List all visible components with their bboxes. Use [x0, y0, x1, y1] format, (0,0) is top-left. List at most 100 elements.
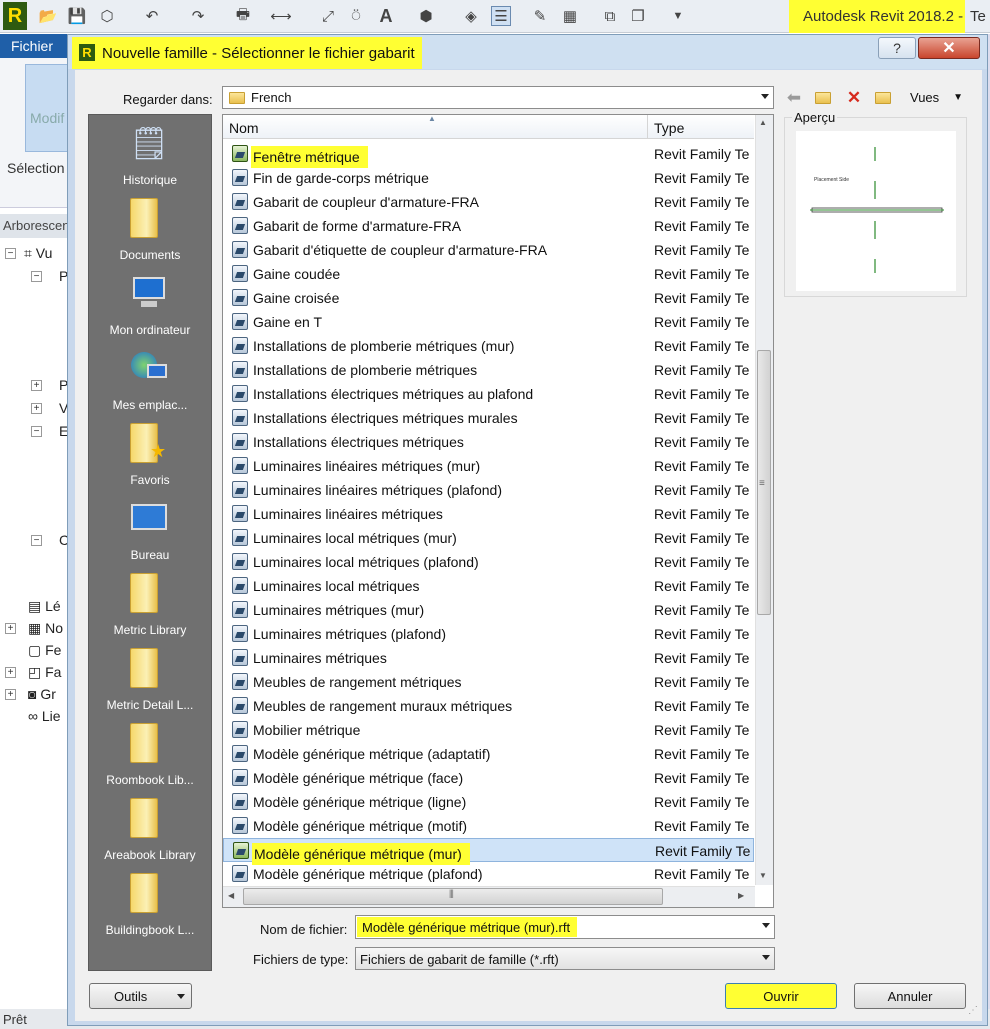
place-documents[interactable]: Documents	[88, 192, 212, 267]
sync-icon[interactable]: ⬡	[97, 6, 117, 26]
tree-item-sheets[interactable]: ▢ Fe	[28, 642, 61, 659]
expand-icon[interactable]: +	[5, 689, 16, 700]
file-row[interactable]: Mobilier métrique Revit Family Te	[223, 718, 754, 742]
file-row[interactable]: Installations de plomberie métriques Revi…	[223, 358, 754, 382]
place-desktop[interactable]: Bureau	[88, 492, 212, 567]
scroll-left-icon[interactable]: ◀	[228, 891, 234, 900]
tree-item-schedules[interactable]: ▦ No	[28, 620, 63, 637]
tools-button[interactable]: Outils	[89, 983, 192, 1009]
file-row[interactable]: Modèle générique métrique (face) Revit Fa…	[223, 766, 754, 790]
file-row[interactable]: Luminaires local métriques (mur) Revit Fa…	[223, 526, 754, 550]
delete-icon[interactable]: ✕	[843, 88, 865, 108]
cancel-button[interactable]: Annuler	[854, 983, 966, 1009]
scroll-down-icon[interactable]: ▼	[759, 871, 767, 880]
3d-view-icon[interactable]: ⬢	[416, 6, 436, 26]
scroll-right-icon[interactable]: ▶	[738, 891, 744, 900]
back-icon[interactable]: ⬅	[783, 88, 805, 108]
file-row[interactable]: Luminaires linéaires métriques (mur) Revi…	[223, 454, 754, 478]
file-row[interactable]: Meubles de rangement muraux métriques Rev…	[223, 694, 754, 718]
dimension-icon[interactable]: ⤢	[318, 6, 338, 26]
place-network-places[interactable]: Mes emplac...	[88, 342, 212, 417]
collapse-icon[interactable]: −	[31, 535, 42, 546]
file-row[interactable]: Modèle générique métrique (adaptatif) Rev…	[223, 742, 754, 766]
filename-value[interactable]: Modèle générique métrique (mur).rft	[357, 917, 578, 937]
file-row[interactable]: Luminaires local métriques Revit Family T…	[223, 574, 754, 598]
file-row[interactable]: Modèle générique métrique (mur) Revit Fam…	[223, 838, 754, 865]
edit-icon[interactable]: ✎	[530, 6, 550, 26]
file-row[interactable]: Luminaires local métriques (plafond) Revi…	[223, 550, 754, 574]
file-row[interactable]: Luminaires métriques (plafond) Revit Fami…	[223, 622, 754, 646]
open-icon[interactable]: 📂	[38, 6, 58, 26]
open-button[interactable]: Ouvrir	[725, 983, 837, 1009]
filetype-dropdown[interactable]: Fichiers de gabarit de famille (*.rft)	[355, 947, 775, 970]
collapse-icon[interactable]: −	[31, 426, 42, 437]
file-row[interactable]: Gaine croisée Revit Family Te	[223, 286, 754, 310]
place-history[interactable]: 🗒 Historique	[88, 117, 212, 192]
file-row[interactable]: Luminaires linéaires métriques (plafond)…	[223, 478, 754, 502]
file-row[interactable]: Luminaires linéaires métriques Revit Fami…	[223, 502, 754, 526]
text-icon[interactable]: A	[376, 6, 396, 26]
help-button[interactable]: ?	[878, 37, 916, 59]
grid-icon[interactable]: ▦	[560, 6, 580, 26]
file-row[interactable]: Modèle générique métrique (ligne) Revit F…	[223, 790, 754, 814]
file-row[interactable]: Luminaires métriques (mur) Revit Family T…	[223, 598, 754, 622]
expand-icon[interactable]: +	[31, 403, 42, 414]
file-row[interactable]: Meubles de rangement métriques Revit Fami…	[223, 670, 754, 694]
switch-windows-icon[interactable]: ❐	[628, 6, 648, 26]
customize-dropdown-icon[interactable]: ▼	[668, 6, 688, 26]
file-row[interactable]: Gabarit de forme d'armature-FRA Revit Fam…	[223, 214, 754, 238]
expand-icon[interactable]: +	[5, 667, 16, 678]
file-row[interactable]: Gaine coudée Revit Family Te	[223, 262, 754, 286]
thin-lines-icon[interactable]: ☰	[491, 6, 511, 26]
tree-item-links[interactable]: ∞ Lie	[28, 708, 61, 724]
file-row[interactable]: Installations électriques métriques mura…	[223, 406, 754, 430]
tree-item-legends[interactable]: ▤ Lé	[28, 598, 61, 615]
file-row[interactable]: Fin de garde-corps métrique Revit Family …	[223, 166, 754, 190]
file-row[interactable]: Installations de plomberie métriques (mu…	[223, 334, 754, 358]
place-favorites[interactable]: ★ Favoris	[88, 417, 212, 492]
file-row[interactable]: Installations électriques métriques Revit…	[223, 430, 754, 454]
collapse-icon[interactable]: −	[5, 248, 16, 259]
file-row[interactable]: Gabarit de coupleur d'armature-FRA Revit …	[223, 190, 754, 214]
tag-icon[interactable]: ⍥	[346, 6, 366, 26]
print-icon[interactable]: 🖶	[233, 6, 253, 26]
up-folder-icon[interactable]	[812, 88, 834, 108]
place-folder[interactable]: Areabook Library	[88, 792, 212, 867]
file-menu-tab[interactable]: Fichier	[0, 34, 68, 58]
tree-item[interactable]: ⌗ Vu	[24, 245, 52, 262]
revit-logo[interactable]: R	[3, 2, 27, 30]
expand-icon[interactable]: +	[5, 623, 16, 634]
place-folder[interactable]: Buildingbook L...	[88, 867, 212, 942]
measure-icon[interactable]: ⟷	[270, 6, 292, 26]
redo-icon[interactable]: ↷	[188, 6, 208, 26]
undo-icon[interactable]: ↶	[142, 6, 162, 26]
file-row[interactable]: Fenêtre métrique Revit Family Te	[223, 142, 754, 168]
collapse-icon[interactable]: −	[31, 271, 42, 282]
tree-item-families[interactable]: ◰ Fa	[28, 664, 61, 681]
modify-button[interactable]: Modif	[25, 64, 68, 152]
file-type: Revit Family Te	[654, 578, 750, 594]
file-row[interactable]: Modèle générique métrique (motif) Revit F…	[223, 814, 754, 838]
views-dropdown[interactable]: Vues ▼	[903, 86, 967, 108]
file-row[interactable]: Modèle générique métrique (plafond) Revit…	[223, 862, 754, 886]
place-folder[interactable]: Metric Library	[88, 567, 212, 642]
file-row[interactable]: Luminaires métriques Revit Family Te	[223, 646, 754, 670]
resize-grip-icon[interactable]: ⋰	[968, 1005, 982, 1019]
place-computer[interactable]: Mon ordinateur	[88, 267, 212, 342]
place-folder[interactable]: Metric Detail L...	[88, 642, 212, 717]
section-icon[interactable]: ◈	[461, 6, 481, 26]
save-icon[interactable]: 💾	[67, 6, 87, 26]
look-in-dropdown[interactable]: French	[222, 86, 774, 109]
file-row[interactable]: Gaine en T Revit Family Te	[223, 310, 754, 334]
place-folder[interactable]: Roombook Lib...	[88, 717, 212, 792]
new-folder-icon[interactable]	[872, 88, 894, 108]
close-windows-icon[interactable]: ⧉	[600, 6, 620, 26]
expand-icon[interactable]: +	[31, 380, 42, 391]
scroll-up-icon[interactable]: ▲	[759, 118, 767, 127]
file-type: Revit Family Te	[654, 650, 750, 666]
tree-item-groups[interactable]: ◙ Gr	[28, 686, 56, 702]
close-button[interactable]: ✕	[918, 37, 980, 59]
column-header-type[interactable]: Type	[648, 115, 754, 139]
file-row[interactable]: Installations électriques métriques au p…	[223, 382, 754, 406]
file-row[interactable]: Gabarit d'étiquette de coupleur d'armatu…	[223, 238, 754, 262]
